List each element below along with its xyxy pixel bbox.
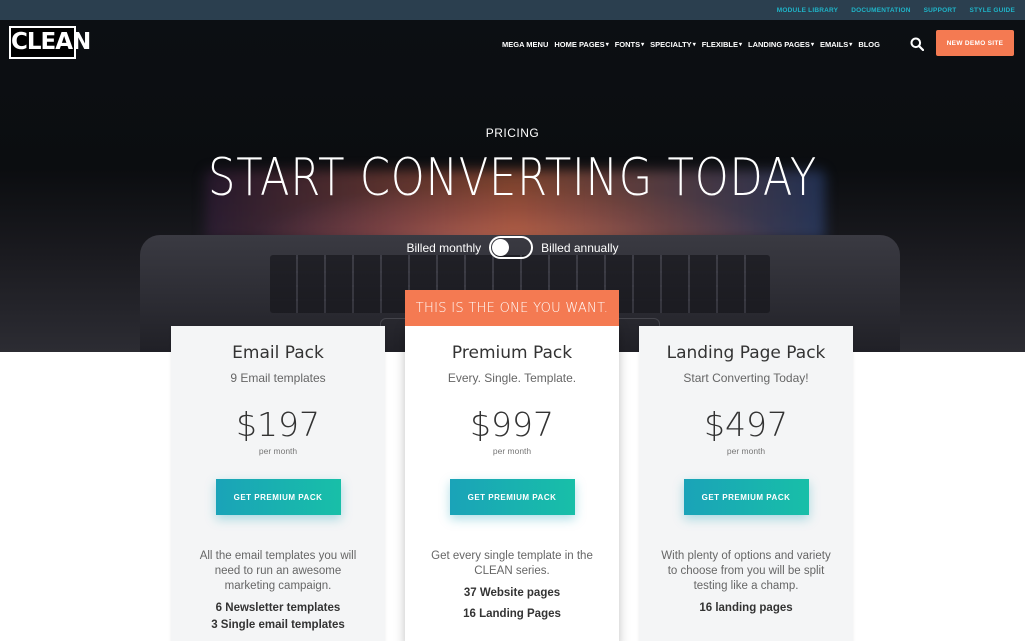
chevron-down-icon: ▾ bbox=[810, 42, 814, 48]
site-logo[interactable]: CLEAN bbox=[9, 26, 91, 59]
plan-price: $497 bbox=[704, 405, 788, 444]
plan-name: Email Pack bbox=[232, 343, 324, 363]
billing-toggle-group: Billed monthly Billed annually bbox=[0, 236, 1025, 259]
featured-banner: THIS IS THE ONE YOU WANT. bbox=[405, 290, 619, 326]
plan-feature: 16 Landing Pages bbox=[463, 608, 561, 620]
chevron-down-icon: ▾ bbox=[605, 42, 609, 48]
documentation-link[interactable]: DOCUMENTATION bbox=[851, 7, 910, 14]
style-guide-link[interactable]: STYLE GUIDE bbox=[969, 7, 1015, 14]
billing-toggle[interactable] bbox=[489, 236, 534, 259]
plan-price: $997 bbox=[470, 405, 554, 444]
support-link[interactable]: SUPPORT bbox=[924, 7, 957, 14]
nav-label: LANDING PAGES bbox=[747, 40, 810, 49]
page-title: START CONVERTING TODAY bbox=[207, 148, 818, 208]
utility-bar: MODULE LIBRARY DOCUMENTATION SUPPORT STY… bbox=[0, 0, 1025, 20]
nav-item-specialty[interactable]: SPECIALTY ▾ bbox=[650, 40, 696, 49]
nav-item-flexible[interactable]: FLEXIBLE ▾ bbox=[702, 40, 742, 49]
plan-price: $197 bbox=[236, 405, 320, 444]
pricing-card-email-pack: Email Pack 9 Email templates $197 per mo… bbox=[171, 326, 385, 641]
nav-item-mega-menu[interactable]: MEGA MENU bbox=[502, 40, 548, 49]
billed-monthly-label[interactable]: Billed monthly bbox=[406, 241, 481, 255]
nav-item-landing-pages[interactable]: LANDING PAGES ▾ bbox=[748, 40, 814, 49]
nav-item-fonts[interactable]: FONTS ▾ bbox=[615, 40, 644, 49]
plan-period: per month bbox=[492, 446, 532, 456]
nav-item-emails[interactable]: EMAILS ▾ bbox=[820, 40, 852, 49]
toggle-knob bbox=[492, 239, 510, 256]
pricing-card-premium-pack: Premium Pack Every. Single. Template. $9… bbox=[405, 326, 619, 641]
plan-subtitle: 9 Email templates bbox=[230, 371, 326, 385]
get-premium-pack-button[interactable]: GET PREMIUM PACK bbox=[449, 479, 575, 515]
new-demo-site-button[interactable]: NEW DEMO SITE bbox=[936, 30, 1014, 56]
nav-label: HOME PAGES bbox=[554, 40, 605, 49]
nav-label: SPECIALTY bbox=[650, 40, 692, 49]
plan-feature: 3 Single email templates bbox=[211, 619, 345, 631]
plan-period: per month bbox=[726, 446, 766, 456]
nav-label: EMAILS bbox=[819, 40, 849, 49]
plan-feature: 37 Website pages bbox=[463, 587, 561, 599]
plan-period: per month bbox=[258, 446, 298, 456]
chevron-down-icon: ▾ bbox=[738, 42, 742, 48]
nav-label: MEGA MENU bbox=[502, 40, 549, 49]
chevron-down-icon: ▾ bbox=[641, 42, 645, 48]
plan-feature: 6 Newsletter templates bbox=[215, 602, 341, 614]
plan-description: All the email templates you will need to… bbox=[199, 550, 357, 592]
main-nav: MEGA MENU HOME PAGES ▾ FONTS ▾ SPECIALTY ▾ … bbox=[502, 40, 880, 49]
chevron-down-icon: ▾ bbox=[692, 42, 696, 48]
nav-item-home-pages[interactable]: HOME PAGES ▾ bbox=[554, 40, 608, 49]
pricing-card-landing-page-pack: Landing Page Pack Start Converting Today… bbox=[639, 326, 853, 641]
plan-description: With plenty of options and variety to ch… bbox=[661, 550, 831, 592]
plan-subtitle: Start Converting Today! bbox=[683, 371, 809, 385]
plan-name: Landing Page Pack bbox=[666, 343, 826, 363]
plan-description: Get every single template in the CLEAN s… bbox=[431, 550, 593, 577]
search-icon[interactable] bbox=[910, 37, 924, 51]
nav-label: FLEXIBLE bbox=[701, 40, 738, 49]
plan-name: Premium Pack bbox=[451, 343, 573, 363]
page-eyebrow: PRICING bbox=[485, 126, 540, 140]
module-library-link[interactable]: MODULE LIBRARY bbox=[777, 7, 838, 14]
plan-feature: 16 landing pages bbox=[699, 602, 793, 614]
billed-annually-label[interactable]: Billed annually bbox=[541, 241, 618, 255]
nav-item-blog[interactable]: BLOG bbox=[858, 40, 880, 49]
get-premium-pack-button[interactable]: GET PREMIUM PACK bbox=[683, 479, 809, 515]
plan-subtitle: Every. Single. Template. bbox=[447, 371, 577, 385]
get-premium-pack-button[interactable]: GET PREMIUM PACK bbox=[215, 479, 341, 515]
chevron-down-icon: ▾ bbox=[849, 42, 853, 48]
nav-label: FONTS bbox=[614, 40, 641, 49]
nav-label: BLOG bbox=[858, 40, 880, 49]
